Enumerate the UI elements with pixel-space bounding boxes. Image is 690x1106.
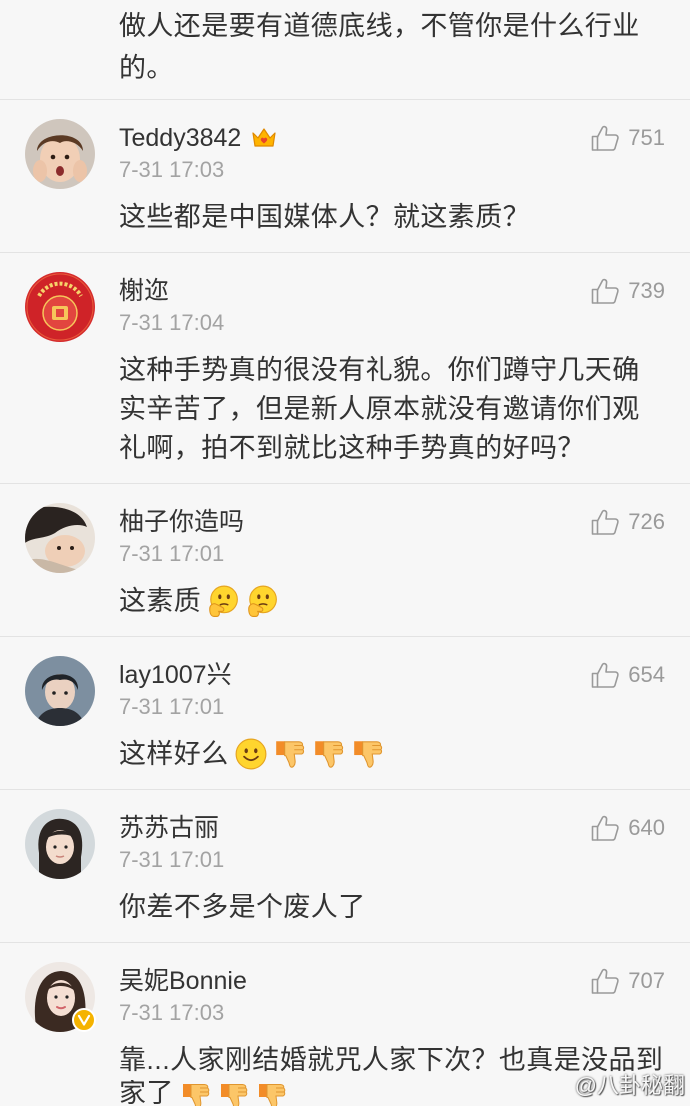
emoji-group — [201, 582, 279, 621]
thinking-face-icon — [206, 584, 240, 618]
name-row: lay1007兴 — [119, 660, 232, 690]
like-count: 640 — [628, 815, 665, 840]
name-row: 吴妮Bonnie — [119, 966, 247, 996]
thumbs-up-icon — [590, 276, 620, 306]
thumbs-up-icon — [590, 813, 620, 843]
comment-username[interactable]: 柚子你造吗 — [119, 507, 244, 537]
user-avatar[interactable] — [25, 272, 95, 342]
like-count: 739 — [628, 278, 665, 303]
comment-item[interactable]: lay1007兴 7-31 17:01 654 这样好么 — [0, 637, 690, 790]
comment-item-partial[interactable]: 做人还是要有道德底线，不管你是什么行业 的。 — [0, 0, 690, 100]
comment-text-line: 你差不多是个废人了 — [119, 888, 690, 927]
comment-text: 这样好么 — [119, 739, 229, 769]
comment-time: 7-31 17:04 — [119, 310, 225, 335]
like-button[interactable]: 726 — [590, 507, 665, 537]
user-avatar[interactable] — [25, 119, 95, 189]
comment-text-line: 礼啊，拍不到就比这种手势真的好吗？ — [119, 429, 690, 468]
thumbs-down-icon — [312, 737, 346, 771]
comment-text: 你差不多是个废人了 — [119, 892, 366, 922]
thinking-face-icon — [245, 584, 279, 618]
comment-text-line: 做人还是要有道德底线，不管你是什么行业 — [119, 11, 640, 41]
thumbs-down-icon — [218, 1080, 250, 1106]
comment-list: 做人还是要有道德底线，不管你是什么行业 的。 Teddy3842 7-31 17… — [0, 0, 690, 1106]
user-avatar[interactable] — [25, 503, 95, 573]
comment-text: 家了 — [119, 1080, 174, 1106]
comment-username[interactable]: 苏苏古丽 — [119, 813, 219, 843]
thumbs-up-icon — [590, 660, 620, 690]
comment-time: 7-31 17:01 — [119, 847, 225, 872]
thumbs-up-icon — [590, 966, 620, 996]
comment-username[interactable]: 榭迩 — [119, 276, 169, 306]
watermark: @八卦秘翻 — [574, 1073, 685, 1098]
smiling-face-icon — [234, 737, 268, 771]
emoji-group — [229, 735, 385, 774]
like-button[interactable]: 640 — [590, 813, 665, 843]
thumbs-down-icon — [351, 737, 385, 771]
thumbs-down-icon — [180, 1080, 212, 1106]
like-button[interactable]: 707 — [590, 966, 665, 996]
comment-username[interactable]: 吴妮Bonnie — [119, 966, 247, 996]
thumbs-down-icon — [273, 737, 307, 771]
name-row: 榭迩 — [119, 276, 169, 306]
comment-text: 这种手势真的很没有礼貌。你们蹲守几天确 — [119, 355, 640, 385]
comment-text-line: 这素质 — [119, 582, 690, 621]
comment-time: 7-31 17:03 — [119, 1000, 225, 1025]
emoji-group — [174, 1080, 288, 1106]
comment-item[interactable]: 柚子你造吗 7-31 17:01 726 这素质 — [0, 484, 690, 637]
like-button[interactable]: 739 — [590, 276, 665, 306]
comment-text-line: 的。 — [119, 53, 174, 83]
like-button[interactable]: 751 — [590, 123, 665, 153]
crown-badge-icon — [250, 125, 278, 151]
comment-text: 这素质 — [119, 586, 202, 616]
name-row: 柚子你造吗 — [119, 507, 244, 537]
comment-text: 礼啊，拍不到就比这种手势真的好吗？ — [119, 433, 585, 463]
comment-item[interactable]: Teddy3842 7-31 17:03 751 这些都是中国媒体人？就这素质？ — [0, 100, 690, 253]
thumbs-down-icon — [256, 1080, 288, 1106]
like-count: 654 — [628, 662, 665, 687]
comment-text-line: 这些都是中国媒体人？就这素质？ — [119, 198, 690, 237]
like-count: 707 — [628, 968, 665, 993]
name-row: 苏苏古丽 — [119, 813, 219, 843]
like-button[interactable]: 654 — [590, 660, 665, 690]
verified-badge-icon — [72, 1008, 96, 1032]
comment-username[interactable]: lay1007兴 — [119, 660, 232, 690]
comment-time: 7-31 17:03 — [119, 157, 225, 182]
thumbs-up-icon — [590, 507, 620, 537]
comment-text: 这些都是中国媒体人？就这素质？ — [119, 202, 530, 232]
like-count: 726 — [628, 509, 665, 534]
comment-text: 靠...人家刚结婚就咒人家下次？也真是没品到 — [119, 1045, 664, 1075]
name-row: Teddy3842 — [119, 123, 278, 153]
user-avatar[interactable] — [25, 809, 95, 879]
thumbs-up-icon — [590, 123, 620, 153]
comment-text-line: 这种手势真的很没有礼貌。你们蹲守几天确 — [119, 351, 690, 390]
comment-item[interactable]: 苏苏古丽 7-31 17:01 640 你差不多是个废人了 — [0, 790, 690, 943]
comment-item[interactable]: 榭迩 7-31 17:04 739 这种手势真的很没有礼貌。你们蹲守几天确 实辛… — [0, 253, 690, 484]
comment-text-line: 实辛苦了，但是新人原本就没有邀请你们观 — [119, 390, 690, 429]
user-avatar[interactable] — [25, 656, 95, 726]
comment-text: 实辛苦了，但是新人原本就没有邀请你们观 — [119, 394, 640, 424]
like-count: 751 — [628, 125, 665, 150]
comment-username[interactable]: Teddy3842 — [119, 123, 241, 153]
comment-time: 7-31 17:01 — [119, 541, 225, 566]
comment-text-line: 这样好么 — [119, 735, 690, 774]
comment-time: 7-31 17:01 — [119, 694, 225, 719]
